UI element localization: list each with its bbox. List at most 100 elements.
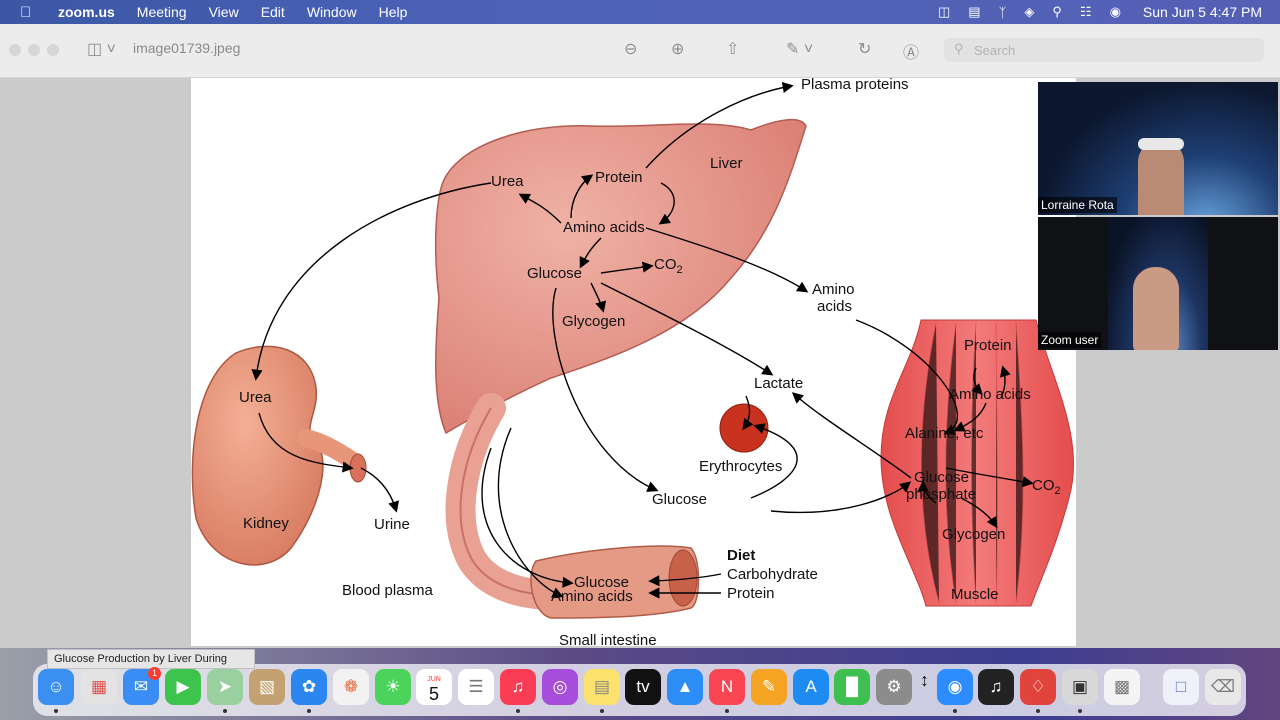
annotate-icon[interactable]: Ⓐ bbox=[903, 39, 919, 63]
preview-icon[interactable]: ▣ bbox=[1062, 669, 1098, 705]
menu-help[interactable]: Help bbox=[379, 4, 408, 20]
facetime-icon[interactable]: ▶ bbox=[165, 669, 201, 705]
participant-name-1: Lorraine Rota bbox=[1038, 197, 1117, 213]
participant-2-avatar bbox=[1133, 267, 1179, 350]
label-liver: Liver bbox=[710, 155, 743, 172]
label-kidney: Kidney bbox=[243, 515, 289, 532]
label-glycogen-liver: Glycogen bbox=[562, 313, 625, 330]
pages-icon[interactable]: ✎ bbox=[751, 669, 787, 705]
dock-tooltip: Glucose Production by Liver During bbox=[47, 649, 255, 669]
participant-name-2: Zoom user bbox=[1038, 332, 1102, 348]
menu-window[interactable]: Window bbox=[307, 4, 357, 20]
menu-meeting[interactable]: Meeting bbox=[137, 4, 187, 20]
document-title: image01739.jpeg bbox=[133, 40, 241, 56]
document-file-icon[interactable]: □ bbox=[1163, 669, 1199, 705]
label-small-intestine: Small intestine bbox=[559, 632, 657, 646]
launchpad-icon[interactable]: ▦ bbox=[81, 669, 117, 705]
search-placeholder: Search bbox=[974, 43, 1016, 58]
label-amino-acids-blood-line2: acids bbox=[817, 298, 852, 315]
acrobat-icon[interactable]: ♢ bbox=[1020, 669, 1056, 705]
numbers-icon[interactable]: █ bbox=[834, 669, 870, 705]
apple-tv-icon[interactable]: tv bbox=[625, 669, 661, 705]
caption-icon[interactable]: ▤ bbox=[968, 4, 980, 20]
control-center-icon[interactable]: ☷ bbox=[1080, 4, 1092, 20]
rotate-icon[interactable]: ↻ bbox=[858, 39, 871, 59]
label-amino-acids-liver: Amino acids bbox=[563, 219, 645, 236]
messages-icon[interactable]: ☀ bbox=[375, 669, 411, 705]
notes-window-icon[interactable]: ▩ bbox=[1104, 669, 1140, 705]
zoom-in-icon[interactable]: ⊕ bbox=[671, 39, 684, 59]
close-window-button[interactable] bbox=[9, 44, 21, 56]
screen-share-icon[interactable]: ◫ bbox=[938, 4, 950, 20]
notes-icon[interactable]: ▤ bbox=[584, 669, 620, 705]
bluetooth-icon[interactable]: ᛉ bbox=[999, 5, 1007, 20]
menu-clock[interactable]: Sun Jun 5 4:47 PM bbox=[1143, 4, 1262, 20]
music-icon[interactable]: ♫ bbox=[500, 669, 536, 705]
menu-bar:  zoom.us Meeting View Edit Window Help … bbox=[0, 0, 1280, 24]
label-urea-liver: Urea bbox=[491, 173, 524, 190]
zoom-out-icon[interactable]: ⊖ bbox=[624, 39, 637, 59]
zoom-window-button[interactable] bbox=[47, 44, 59, 56]
label-protein-diet: Protein bbox=[727, 585, 775, 602]
search-icon: ⚲ bbox=[954, 41, 964, 56]
apple-menu-icon[interactable]:  bbox=[20, 4, 36, 21]
search-field[interactable]: ⚲ Search bbox=[944, 38, 1264, 62]
spotlight-search-icon[interactable]: ⚲ bbox=[1052, 4, 1062, 20]
label-glucose-phosphate-line1: Glucose bbox=[914, 469, 969, 486]
label-alanine: Alanine, etc bbox=[905, 425, 984, 442]
metabolism-figure: Plasma proteins Liver Urea Protein Amino… bbox=[191, 78, 1076, 646]
menu-edit[interactable]: Edit bbox=[261, 4, 285, 20]
label-erythrocytes: Erythrocytes bbox=[699, 458, 782, 475]
label-glucose-liver: Glucose bbox=[527, 265, 582, 282]
label-urea-kidney: Urea bbox=[239, 389, 272, 406]
label-glycogen-muscle: Glycogen bbox=[942, 526, 1005, 543]
label-carbohydrate: Carbohydrate bbox=[727, 566, 818, 583]
markup-pen-icon[interactable]: ✎ ˅ bbox=[786, 39, 813, 59]
siri-icon[interactable]: ◉ bbox=[1110, 4, 1121, 20]
participant-video-2[interactable]: Zoom user bbox=[1038, 217, 1278, 350]
label-amino-acids-intestine: Amino acids bbox=[551, 588, 633, 605]
label-glucose-blood: Glucose bbox=[652, 491, 707, 508]
maps-icon[interactable]: ➤ bbox=[207, 669, 243, 705]
liver-shape bbox=[434, 118, 807, 435]
viewer-toolbar: ◫ ˅ image01739.jpeg ⊖ ⊕ ⇧ ✎ ˅ ↻ Ⓐ ⚲ Sear… bbox=[0, 24, 1280, 78]
muscle-shape bbox=[880, 319, 1074, 607]
label-urine: Urine bbox=[374, 516, 410, 533]
participant-1-avatar bbox=[1138, 140, 1184, 215]
label-amino-acids-muscle: Amino acids bbox=[949, 386, 1031, 403]
label-glucose-phosphate-line2: phosphate bbox=[906, 486, 976, 503]
app-store-icon[interactable]: A bbox=[793, 669, 829, 705]
reminders-icon[interactable]: ☰ bbox=[458, 669, 494, 705]
kidney-shape bbox=[191, 345, 324, 566]
calendar-icon[interactable]: JUN 5 bbox=[416, 669, 452, 705]
news-icon[interactable]: N bbox=[709, 669, 745, 705]
menu-view[interactable]: View bbox=[209, 4, 239, 20]
label-diet: Diet bbox=[727, 547, 755, 564]
mouse-cursor-icon: ↕ bbox=[920, 670, 929, 690]
contacts-icon[interactable]: ▧ bbox=[249, 669, 285, 705]
keynote-icon[interactable]: ▲ bbox=[667, 669, 703, 705]
menu-app-name[interactable]: zoom.us bbox=[58, 4, 115, 20]
label-lactate: Lactate bbox=[754, 375, 803, 392]
wifi-icon[interactable]: ◈ bbox=[1024, 4, 1034, 20]
label-protein-muscle: Protein bbox=[964, 337, 1012, 354]
piano-icon[interactable]: ♫ bbox=[978, 669, 1014, 705]
photos-icon[interactable]: ❁ bbox=[333, 669, 369, 705]
sidebar-toggle-icon[interactable]: ◫ ˅ bbox=[87, 39, 116, 59]
safari-icon[interactable]: ✿ bbox=[291, 669, 327, 705]
share-icon[interactable]: ⇧ bbox=[726, 39, 739, 59]
zoom-icon[interactable]: ◉ bbox=[937, 669, 973, 705]
mail-badge: 1 bbox=[148, 667, 161, 680]
label-plasma-proteins: Plasma proteins bbox=[801, 78, 909, 93]
participant-video-1[interactable]: Lorraine Rota bbox=[1038, 82, 1278, 215]
calendar-day: 5 bbox=[428, 684, 439, 704]
label-blood-plasma: Blood plasma bbox=[342, 582, 434, 599]
minimize-window-button[interactable] bbox=[28, 44, 40, 56]
label-muscle: Muscle bbox=[951, 586, 999, 603]
label-protein-liver: Protein bbox=[595, 169, 643, 186]
trash-icon[interactable]: ⌫ bbox=[1205, 669, 1241, 705]
label-amino-acids-blood-line1: Amino bbox=[812, 281, 855, 298]
podcasts-icon[interactable]: ◎ bbox=[542, 669, 578, 705]
finder-icon[interactable]: ☺ bbox=[38, 669, 74, 705]
system-preferences-icon[interactable]: ⚙ bbox=[876, 669, 912, 705]
